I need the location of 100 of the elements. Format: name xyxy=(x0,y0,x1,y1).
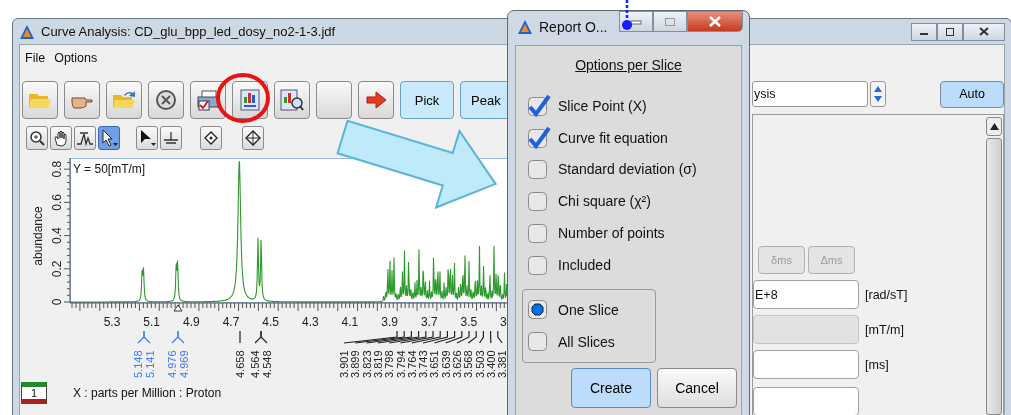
tick-label: 0 xyxy=(50,298,64,306)
peak-label: 3.400 xyxy=(484,350,497,378)
checkbox[interactable] xyxy=(527,125,551,150)
tick-label: 5.1 xyxy=(143,315,160,329)
menu-item[interactable]: File xyxy=(25,51,46,65)
highlight-circle xyxy=(215,72,271,124)
maximize-button[interactable] xyxy=(937,22,963,41)
dialog-title: Report O... xyxy=(539,19,608,35)
peak-label: 3.764 xyxy=(405,350,418,378)
unit-label: [mT/m] xyxy=(865,322,904,337)
tool-button[interactable] xyxy=(50,126,72,150)
radio-button[interactable] xyxy=(527,330,549,353)
create-button[interactable]: Create xyxy=(571,367,651,408)
dropdown[interactable]: ysis xyxy=(752,81,868,107)
report-preview-button[interactable] xyxy=(274,81,310,119)
axis-title: abundance xyxy=(31,206,45,266)
peak-label: 3.794 xyxy=(394,350,407,378)
tool-button[interactable] xyxy=(74,126,96,150)
checkbox-label: Chi square (χ²) xyxy=(558,193,651,210)
right-arrow-icon xyxy=(365,91,387,109)
peak-label: 4.564 xyxy=(249,350,261,378)
stop-button[interactable] xyxy=(148,81,184,119)
peak-label: 4.548 xyxy=(261,350,273,378)
diamond-icon xyxy=(204,131,218,145)
plot-annotation: Y = 50[mT/m] xyxy=(73,162,146,176)
axis-title: X : parts per Million : Proton xyxy=(73,386,222,400)
tick-label: 3.7 xyxy=(420,315,438,329)
folder-arrow-icon xyxy=(112,90,136,110)
peak-label: 3.503 xyxy=(473,350,486,378)
toolbar-button[interactable] xyxy=(316,81,352,119)
close-button[interactable] xyxy=(963,22,1005,41)
leader-line xyxy=(467,330,477,344)
radio-label: All Slices xyxy=(558,333,615,350)
unit-label: [rad/sT] xyxy=(865,287,908,302)
scroll-up-button[interactable] xyxy=(986,117,1002,136)
peak-label: 3.798 xyxy=(383,350,396,378)
trace-selector[interactable]: 1 xyxy=(21,382,47,404)
up-arrow-icon xyxy=(989,123,999,130)
hand-icon xyxy=(53,129,69,147)
minimize-button[interactable] xyxy=(911,22,937,41)
open-button[interactable] xyxy=(22,81,58,119)
checkbox-label: Curve fit equation xyxy=(558,129,668,146)
cancel-button[interactable]: Cancel xyxy=(657,367,737,408)
peak-label: 3.819 xyxy=(371,350,384,378)
checkbox-label: Included xyxy=(558,256,611,273)
checkbox-label: Slice Point (X) xyxy=(558,97,647,114)
tool-button[interactable] xyxy=(26,126,48,150)
zoom-icon xyxy=(29,130,45,146)
tick-label: 0.6 xyxy=(50,194,64,211)
checkbox[interactable] xyxy=(527,93,551,118)
tick-label: 3.9 xyxy=(381,315,398,329)
peak-pick-icon xyxy=(76,130,94,146)
tool-button[interactable] xyxy=(98,126,120,150)
leader-line xyxy=(239,330,241,344)
menu-item[interactable]: Options xyxy=(54,51,98,65)
peak-label: 5.141 xyxy=(144,350,156,378)
open-recent-button[interactable] xyxy=(106,81,142,119)
pointer-icon xyxy=(138,129,156,147)
auto-button[interactable]: Auto xyxy=(940,80,1004,108)
next-button[interactable] xyxy=(358,81,394,119)
mode-button[interactable]: Pick xyxy=(400,81,454,119)
input-field[interactable]: E+8 xyxy=(753,280,859,309)
unit-label: [ms] xyxy=(865,357,889,372)
peak-label: 3.899 xyxy=(349,350,362,378)
printer-icon xyxy=(196,89,220,111)
radio-button[interactable] xyxy=(527,298,549,321)
peak-label: 3.639 xyxy=(439,350,452,378)
tool-button[interactable] xyxy=(200,126,222,150)
tick-label: 3.5 xyxy=(460,315,478,329)
peak-label: 3.568 xyxy=(462,350,475,378)
tick-label: 3 xyxy=(500,315,507,329)
input-field[interactable] xyxy=(753,350,859,379)
close-button[interactable] xyxy=(687,11,743,32)
crosshair-icon xyxy=(245,130,261,146)
spinner-icon[interactable] xyxy=(870,81,886,107)
peak-label: 3.626 xyxy=(451,350,463,378)
section-heading: Options per Slice xyxy=(574,56,683,75)
peak-label: 4.976 xyxy=(166,350,178,378)
checkbox-label: Number of points xyxy=(558,225,665,242)
peak-label: 4.658 xyxy=(234,350,246,378)
close-icon xyxy=(709,16,721,27)
tick-label: 0.4 xyxy=(50,227,64,244)
window-title: Curve Analysis: CD_glu_bpp_led_dosy_no2-1-3.jdf xyxy=(41,24,336,39)
tick-label: 0.2 xyxy=(50,260,64,278)
close-icon xyxy=(979,27,989,36)
tool-button[interactable] xyxy=(136,126,158,150)
tool-button[interactable] xyxy=(242,126,264,150)
mode-button[interactable]: Peak xyxy=(460,81,507,119)
tick-label: 4.9 xyxy=(183,315,200,329)
input-field[interactable] xyxy=(753,387,859,415)
peak-label: 3.743 xyxy=(417,350,430,378)
minimize-icon xyxy=(630,18,642,25)
leader-line xyxy=(497,330,503,344)
tick-label: 4.7 xyxy=(222,315,240,329)
hand-button[interactable] xyxy=(64,81,100,119)
tick-label: 4.3 xyxy=(301,315,319,329)
tick-label: 4.5 xyxy=(262,315,279,329)
leader-line xyxy=(479,330,484,344)
peak-label: 3.901 xyxy=(338,350,350,378)
tool-button[interactable] xyxy=(160,126,182,150)
